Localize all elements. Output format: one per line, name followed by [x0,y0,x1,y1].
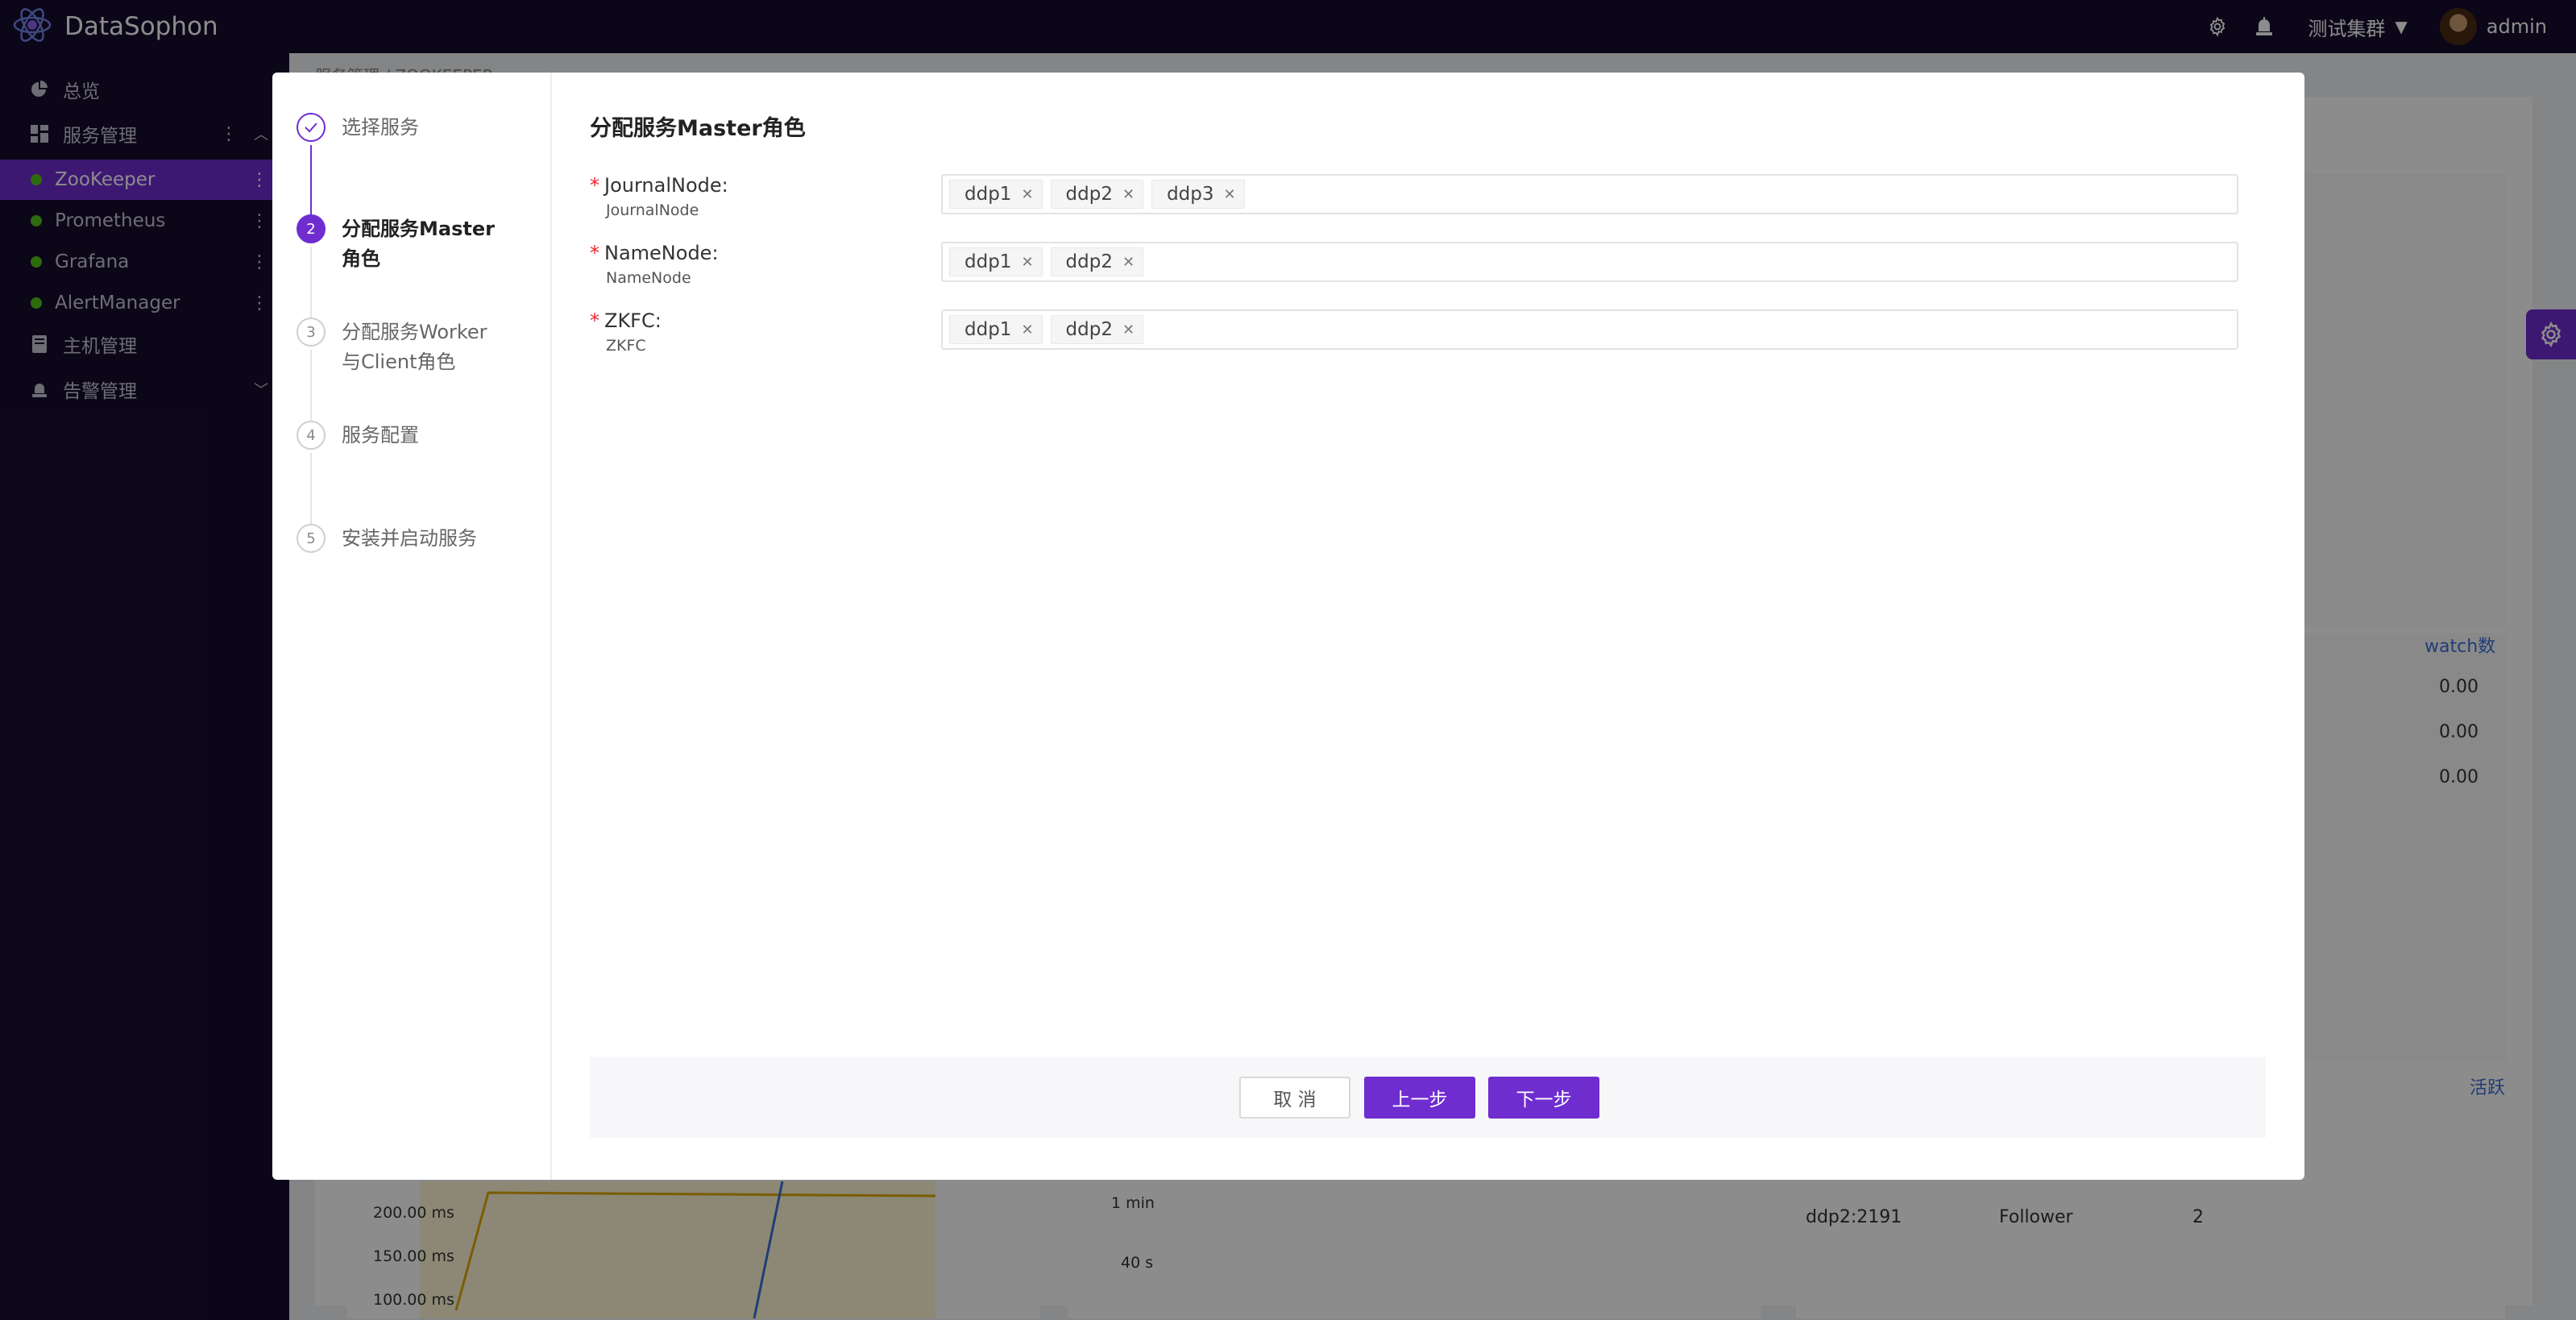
step-label: 安装并启动服务 [342,527,477,550]
wizard-step-1: 选择服务 [297,113,538,143]
host-tag: ddp1 ✕ [949,247,1043,276]
host-tag: ddp2 ✕ [1050,247,1144,276]
step-number: 2 [297,214,326,243]
add-service-modal: 选择服务 2 分配服务Master角色 3 分配服务Worker与Client角… [272,73,2304,1180]
host-tag: ddp2 ✕ [1050,315,1144,344]
tag-text: ddp1 [964,319,1012,340]
field-label-text: NameNode: [604,242,719,264]
step-label: 分配服务Master角色 [342,218,495,270]
step-label: 选择服务 [342,116,419,139]
tag-text: ddp2 [1065,184,1113,205]
wizard-step-5: 5 安装并启动服务 [297,524,538,554]
close-icon[interactable]: ✕ [1021,186,1033,203]
step-connector [310,453,312,529]
close-icon[interactable]: ✕ [1021,254,1033,271]
required-mark: * [590,174,599,197]
host-tag: ddp1 ✕ [949,315,1043,344]
required-mark: * [590,309,599,332]
wizard-step-4: 4 服务配置 [297,421,538,450]
tag-text: ddp3 [1167,184,1214,205]
wizard-steps: 选择服务 2 分配服务Master角色 3 分配服务Worker与Client角… [272,73,552,1180]
close-icon[interactable]: ✕ [1122,254,1135,271]
field-label-text: ZKFC: [604,309,662,332]
section-title: 分配服务Master角色 [590,116,806,141]
next-step-button[interactable]: 下一步 [1488,1077,1599,1119]
step-number: 4 [297,421,326,450]
host-tag: ddp2 ✕ [1050,180,1144,209]
journalnode-select[interactable]: ddp1 ✕ ddp2 ✕ ddp3 ✕ [941,174,2238,214]
zkfc-select[interactable]: ddp1 ✕ ddp2 ✕ [941,309,2238,350]
tag-text: ddp2 [1065,251,1113,272]
close-icon[interactable]: ✕ [1021,322,1033,338]
modal-footer: 取 消 上一步 下一步 [590,1057,2266,1138]
check-icon [297,113,326,142]
tag-text: ddp1 [964,251,1012,272]
cancel-button[interactable]: 取 消 [1239,1077,1350,1119]
step-label: 分配服务Worker与Client角色 [342,321,487,373]
host-tag: ddp3 ✕ [1151,180,1245,209]
field-sublabel: ZKFC [606,337,646,355]
wizard-step-2: 2 分配服务Master角色 [297,214,538,274]
field-sublabel: NameNode [606,269,691,287]
step-number: 3 [297,318,326,347]
field-label: * ZKFC: [590,309,662,332]
close-icon[interactable]: ✕ [1224,186,1236,203]
field-label-text: JournalNode: [604,174,728,197]
previous-step-button[interactable]: 上一步 [1364,1077,1475,1119]
host-tag: ddp1 ✕ [949,180,1043,209]
tag-text: ddp1 [964,184,1012,205]
step-label: 服务配置 [342,424,419,446]
field-sublabel: JournalNode [606,201,699,219]
step-number: 5 [297,524,326,553]
tag-text: ddp2 [1065,319,1113,340]
field-label: * NameNode: [590,242,719,264]
namenode-select[interactable]: ddp1 ✕ ddp2 ✕ [941,242,2238,282]
close-icon[interactable]: ✕ [1122,186,1135,203]
field-label: * JournalNode: [590,174,728,197]
modal-body: 分配服务Master角色 * JournalNode: JournalNode d… [590,111,2266,355]
close-icon[interactable]: ✕ [1122,322,1135,338]
required-mark: * [590,242,599,264]
wizard-step-3: 3 分配服务Worker与Client角色 [297,318,538,377]
